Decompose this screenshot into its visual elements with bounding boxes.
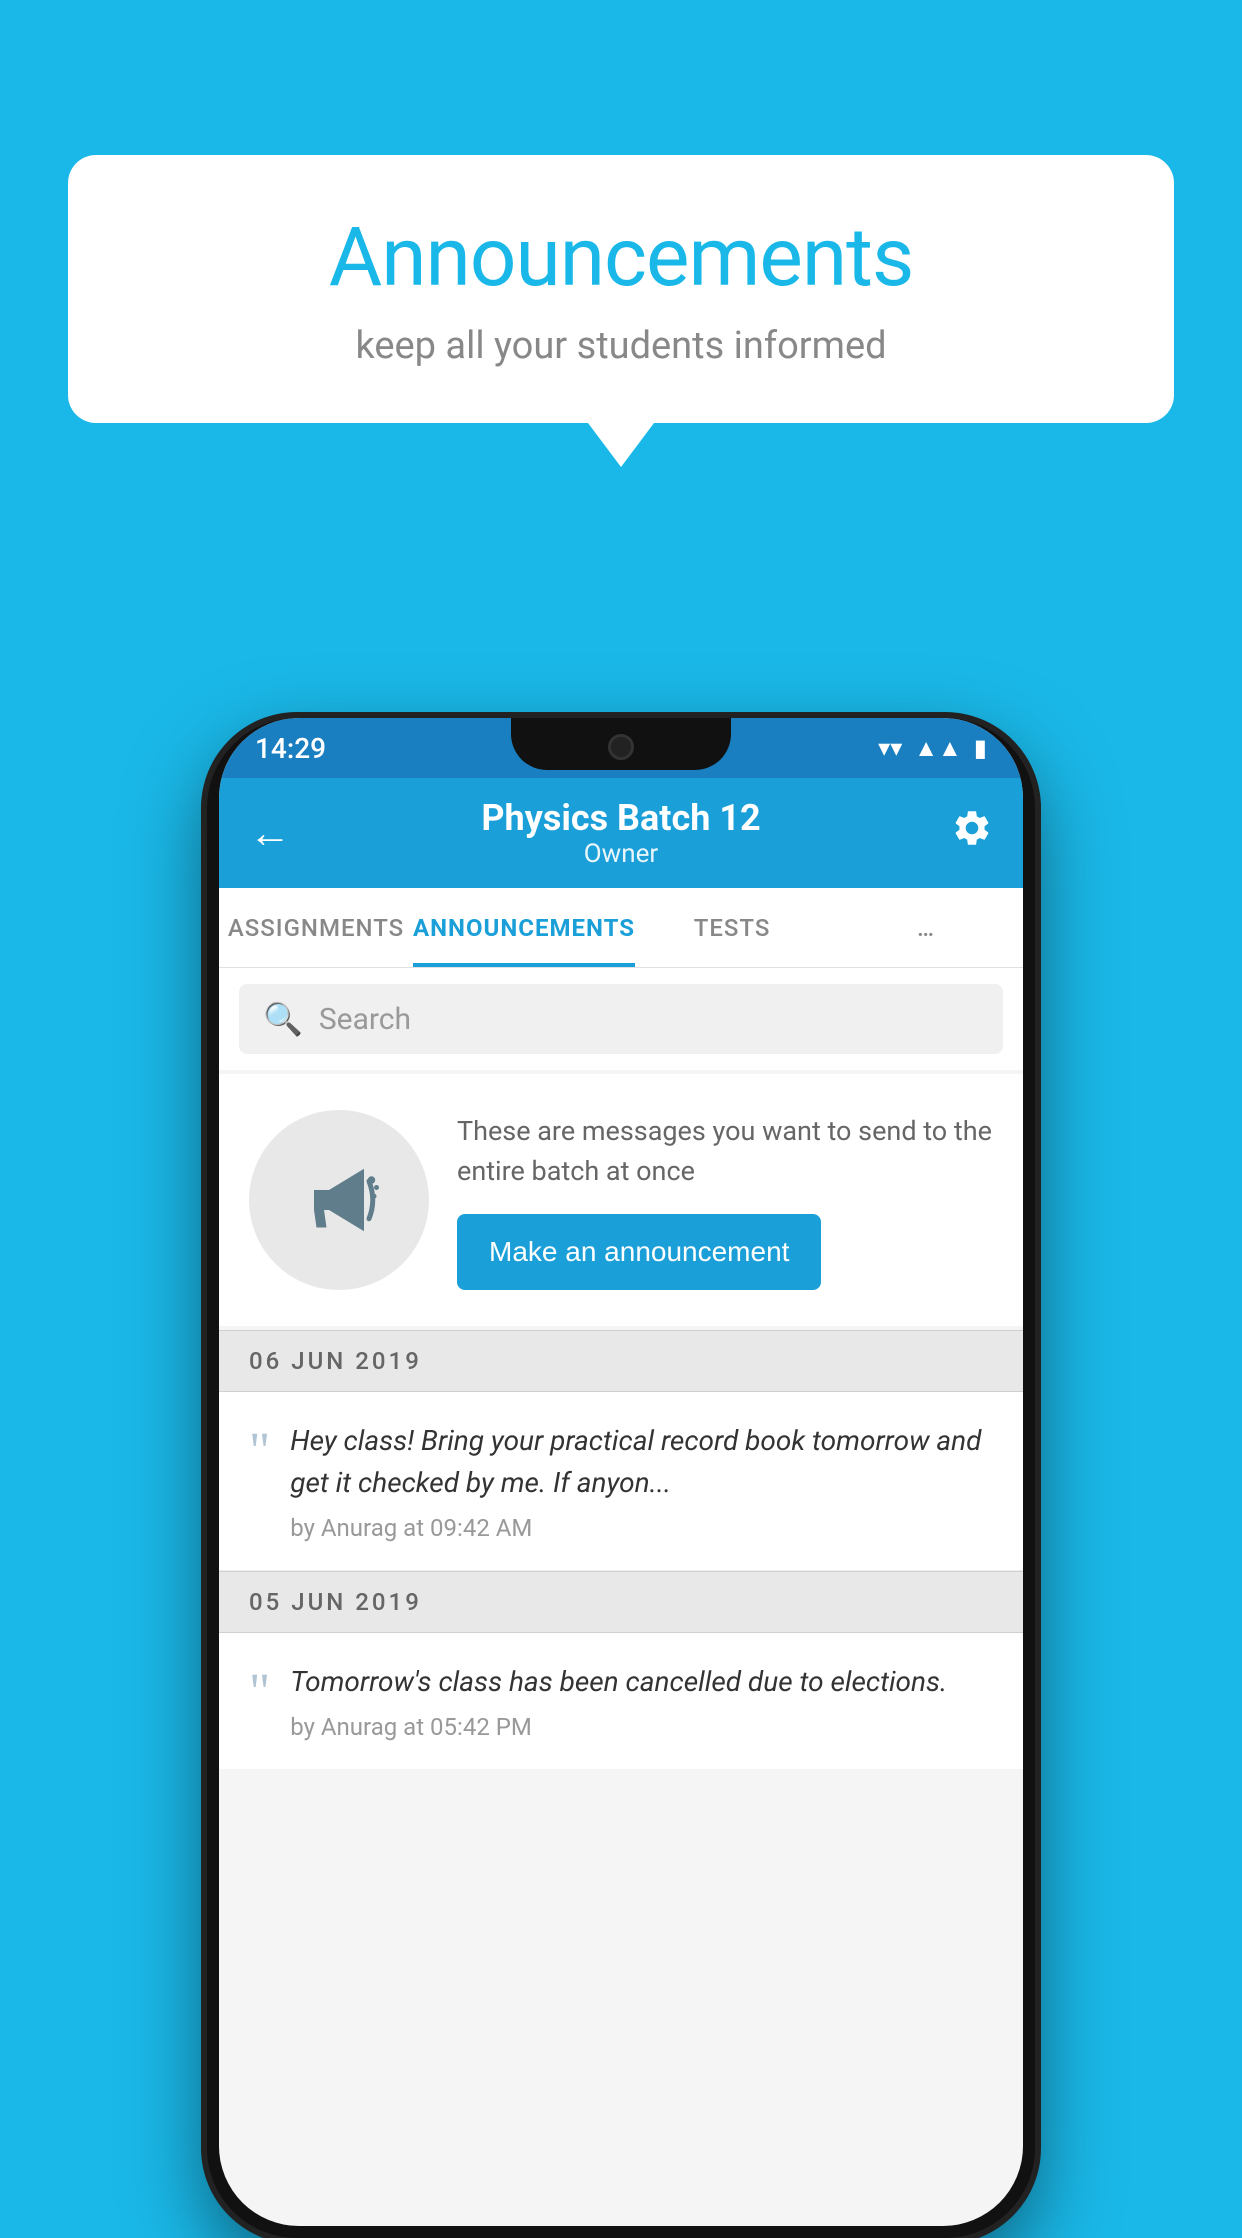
announcement-text-1: Hey class! Bring your practical record b… [290, 1420, 993, 1504]
date-separator-2: 05 JUN 2019 [219, 1571, 1023, 1633]
bubble-title: Announcements [128, 210, 1114, 306]
tab-tests[interactable]: TESTS [635, 888, 829, 967]
tabs-bar: ASSIGNMENTS ANNOUNCEMENTS TESTS … [219, 888, 1023, 968]
date-separator-1: 06 JUN 2019 [219, 1330, 1023, 1392]
app-header: ← Physics Batch 12 Owner [219, 778, 1023, 888]
announcement-meta-2: by Anurag at 05:42 PM [290, 1713, 993, 1741]
phone-screen: 14:29 ▾▾ ▲▲ ▮ ← Physics Batch 12 Owner [219, 718, 1023, 2226]
megaphone-circle [249, 1110, 429, 1290]
megaphone-icon [289, 1150, 389, 1250]
search-icon: 🔍 [263, 1000, 303, 1038]
batch-title: Physics Batch 12 [291, 797, 951, 839]
search-bar[interactable]: 🔍 Search [239, 984, 1003, 1054]
prompt-right: These are messages you want to send to t… [457, 1111, 993, 1290]
tab-assignments[interactable]: ASSIGNMENTS [219, 888, 413, 967]
tab-more[interactable]: … [829, 888, 1023, 967]
announcement-content-2: Tomorrow's class has been cancelled due … [290, 1661, 993, 1741]
announcement-meta-1: by Anurag at 09:42 AM [290, 1514, 993, 1542]
status-time: 14:29 [255, 732, 326, 765]
speech-bubble-card: Announcements keep all your students inf… [68, 155, 1174, 423]
header-center: Physics Batch 12 Owner [291, 797, 951, 869]
make-announcement-button[interactable]: Make an announcement [457, 1214, 821, 1290]
speech-bubble-section: Announcements keep all your students inf… [68, 155, 1174, 423]
settings-button[interactable] [951, 807, 993, 859]
prompt-text: These are messages you want to send to t… [457, 1111, 993, 1192]
announcement-item-2[interactable]: " Tomorrow's class has been cancelled du… [219, 1633, 1023, 1769]
quote-icon-2: " [249, 1667, 270, 1719]
front-camera [608, 734, 634, 760]
search-container: 🔍 Search [219, 968, 1023, 1070]
status-icons: ▾▾ ▲▲ ▮ [878, 734, 987, 763]
phone-frame: 14:29 ▾▾ ▲▲ ▮ ← Physics Batch 12 Owner [207, 718, 1035, 2238]
announcement-text-2: Tomorrow's class has been cancelled due … [290, 1661, 993, 1703]
battery-icon: ▮ [974, 734, 987, 762]
announcement-item-1[interactable]: " Hey class! Bring your practical record… [219, 1392, 1023, 1571]
back-button[interactable]: ← [249, 809, 291, 858]
phone-notch [511, 718, 731, 770]
signal-icon: ▲▲ [914, 734, 962, 763]
announcement-content-1: Hey class! Bring your practical record b… [290, 1420, 993, 1542]
wifi-icon: ▾▾ [878, 734, 902, 762]
role-subtitle: Owner [291, 839, 951, 869]
quote-icon-1: " [249, 1426, 270, 1478]
announcement-prompt: These are messages you want to send to t… [219, 1074, 1023, 1326]
tab-announcements[interactable]: ANNOUNCEMENTS [413, 888, 635, 967]
bubble-subtitle: keep all your students informed [128, 324, 1114, 368]
search-placeholder: Search [319, 1002, 411, 1037]
